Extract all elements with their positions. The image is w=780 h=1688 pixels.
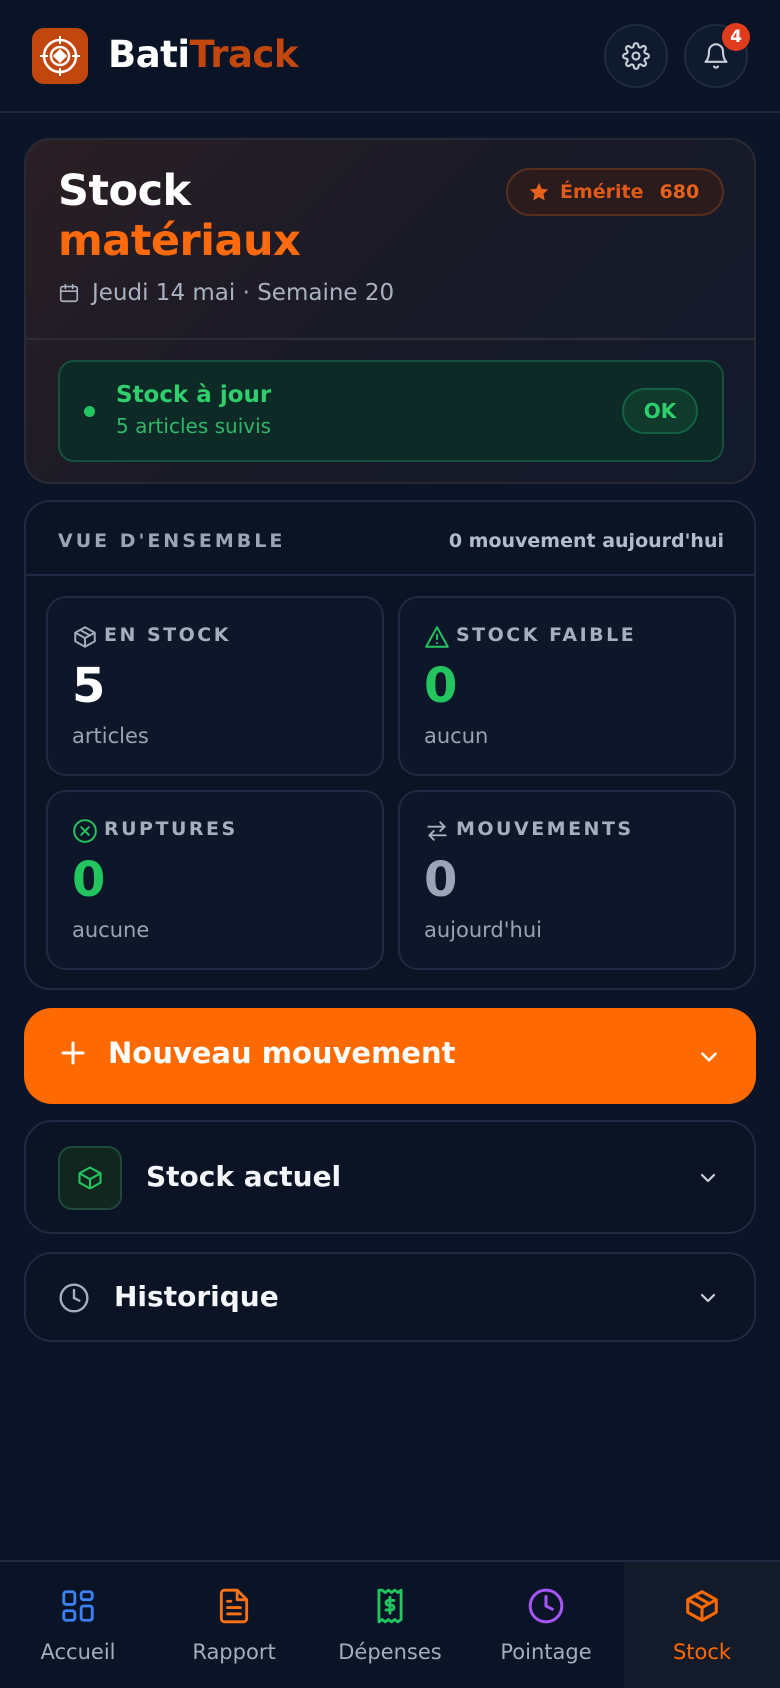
tile-subtitle: aucune xyxy=(72,918,150,942)
arrows-swap-icon xyxy=(424,818,450,844)
grid-icon xyxy=(58,1586,98,1626)
tile-ruptures[interactable]: RUPTURES 0 aucune xyxy=(46,790,384,970)
tile-value: 0 xyxy=(72,852,106,908)
nav-item-pointage[interactable]: Pointage xyxy=(468,1562,624,1688)
chevron-down-icon xyxy=(701,1052,717,1062)
x-circle-icon xyxy=(72,818,98,844)
tile-subtitle: articles xyxy=(72,724,149,748)
bottom-nav: Accueil Rapport Dépenses Pointage Stock xyxy=(0,1560,780,1688)
calendar-icon xyxy=(59,283,79,303)
tile-subtitle: aucun xyxy=(424,724,489,748)
current-stock-label: Stock actuel xyxy=(146,1160,342,1193)
status-subtitle: 5 articles suivis xyxy=(116,414,272,438)
new-movement-label: Nouveau mouvement xyxy=(108,1036,456,1070)
top-bar: BatiTrack 4 xyxy=(0,0,780,113)
chevron-down-icon xyxy=(700,1293,716,1303)
clock-icon xyxy=(59,1283,89,1313)
nav-item-stock[interactable]: Stock xyxy=(624,1562,780,1688)
status-dot-icon xyxy=(84,406,95,417)
overview-title: VUE D'ENSEMBLE xyxy=(58,530,286,552)
tile-label: MOUVEMENTS xyxy=(456,818,634,840)
nav-item-rapport[interactable]: Rapport xyxy=(156,1562,312,1688)
tile-subtitle: aujourd'hui xyxy=(424,918,542,942)
warning-triangle-icon xyxy=(424,624,450,650)
page-title-line2: matériaux xyxy=(58,216,301,266)
nav-label: Dépenses xyxy=(338,1640,442,1664)
page-title-line1: Stock xyxy=(58,166,191,216)
star-icon xyxy=(529,182,549,201)
current-date: Jeudi 14 mai · Semaine 20 xyxy=(92,280,395,306)
rank-label: Émérite xyxy=(560,181,644,203)
tile-label: STOCK FAIBLE xyxy=(456,624,637,646)
rank-points: 680 xyxy=(659,181,700,203)
rank-badge[interactable]: Émérite 680 xyxy=(506,168,724,216)
page-title: Stock matériaux xyxy=(58,166,301,266)
tile-label: RUPTURES xyxy=(104,818,238,840)
tile-movements[interactable]: MOUVEMENTS 0 aujourd'hui xyxy=(398,790,736,970)
date-row: Jeudi 14 mai · Semaine 20 xyxy=(58,280,394,306)
stock-hero-card: Stock matériaux Émérite 680 Jeudi 14 mai… xyxy=(24,138,756,484)
status-title: Stock à jour xyxy=(116,382,272,408)
document-icon xyxy=(214,1586,254,1626)
app-title-part2: Track xyxy=(189,33,299,76)
tile-low-stock[interactable]: STOCK FAIBLE 0 aucun xyxy=(398,596,736,776)
history-accordion[interactable]: Historique xyxy=(24,1252,756,1342)
chevron-down-icon xyxy=(700,1173,716,1183)
settings-button[interactable] xyxy=(604,24,668,88)
receipt-dollar-icon xyxy=(370,1586,410,1626)
box-icon xyxy=(58,1146,122,1210)
new-movement-button[interactable]: Nouveau mouvement xyxy=(24,1008,756,1104)
status-badge: OK xyxy=(622,388,698,434)
divider xyxy=(26,338,754,340)
clock-icon xyxy=(526,1586,566,1626)
tile-in-stock[interactable]: EN STOCK 5 articles xyxy=(46,596,384,776)
plus-icon xyxy=(61,1041,85,1065)
nav-label: Pointage xyxy=(500,1640,592,1664)
nav-label: Stock xyxy=(672,1640,732,1664)
tile-label: EN STOCK xyxy=(104,624,231,646)
gear-icon xyxy=(622,42,650,70)
tile-value: 5 xyxy=(72,658,106,714)
history-label: Historique xyxy=(114,1280,279,1313)
nav-item-accueil[interactable]: Accueil xyxy=(0,1562,156,1688)
tile-value: 0 xyxy=(424,852,458,908)
notification-badge: 4 xyxy=(722,23,750,51)
app-title-part1: Bati xyxy=(108,33,190,76)
current-stock-accordion[interactable]: Stock actuel xyxy=(24,1120,756,1234)
overview-header: VUE D'ENSEMBLE 0 mouvement aujourd'hui xyxy=(26,502,754,576)
box-icon xyxy=(72,624,98,650)
nav-label: Accueil xyxy=(40,1640,116,1664)
tile-value: 0 xyxy=(424,658,458,714)
overview-card: VUE D'ENSEMBLE 0 mouvement aujourd'hui E… xyxy=(24,500,756,990)
nav-label: Rapport xyxy=(192,1640,276,1664)
logo-icon xyxy=(32,28,88,84)
app-screen: BatiTrack 4 Stock matériaux Émérite 680 xyxy=(0,0,780,1688)
box-icon xyxy=(682,1586,722,1626)
stock-status-banner: Stock à jour 5 articles suivis OK xyxy=(58,360,724,462)
movements-today: 0 mouvement aujourd'hui xyxy=(448,530,724,552)
app-title: BatiTrack xyxy=(108,32,298,78)
nav-item-depenses[interactable]: Dépenses xyxy=(312,1562,468,1688)
